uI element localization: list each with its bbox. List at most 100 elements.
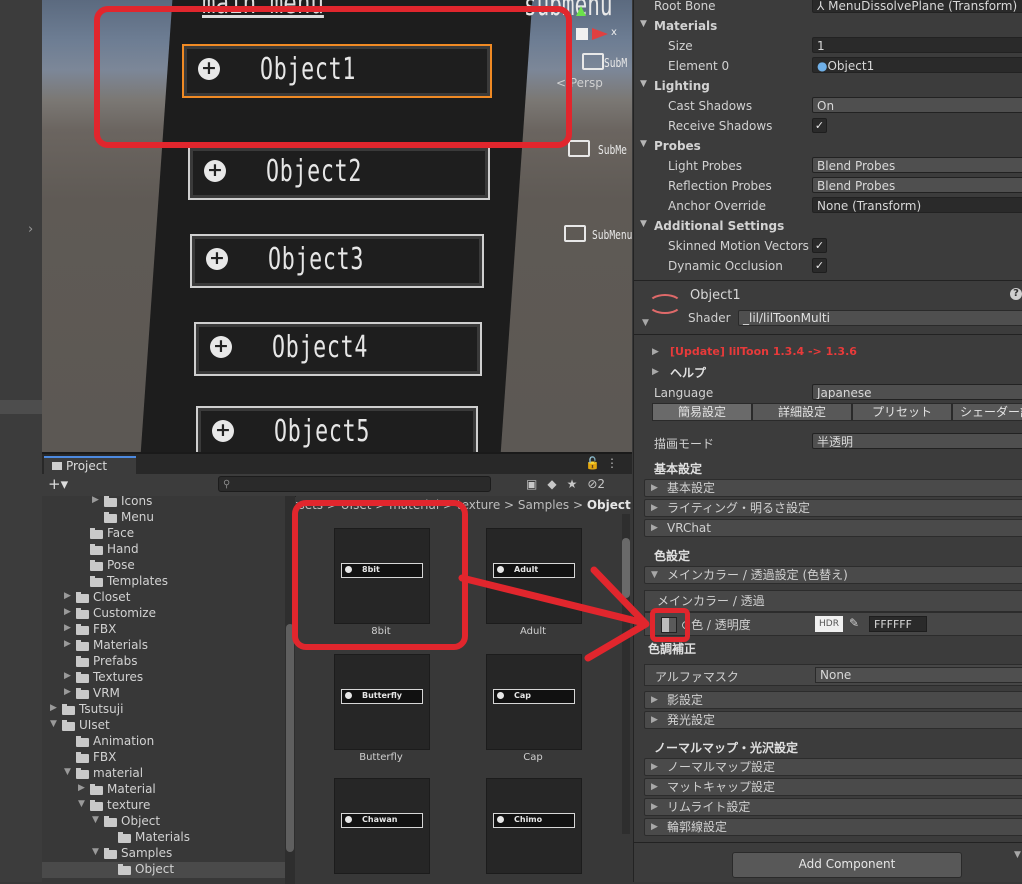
- reflection-probes-dropdown[interactable]: Blend Probes: [812, 177, 1022, 193]
- tree-item[interactable]: ▼ Samples: [42, 846, 286, 862]
- filter-type-icon[interactable]: ▣: [526, 477, 537, 491]
- root-bone-field[interactable]: ⅄ MenuDissolvePlane (Transform): [812, 0, 1022, 13]
- menu-item-object4[interactable]: + Object4: [194, 322, 482, 376]
- add-asset-button[interactable]: +▾: [48, 475, 68, 493]
- foldout-normal-map[interactable]: ▶ ノーマルマップ設定: [644, 758, 1022, 776]
- foldout-arrow-icon[interactable]: ▼: [640, 79, 647, 89]
- foldout-rim-light[interactable]: ▶ リムライト設定: [644, 798, 1022, 816]
- foldout-emission-settings[interactable]: ▶ 発光設定: [644, 711, 1022, 729]
- expand-arrow-right-icon[interactable]: ▶: [78, 783, 85, 793]
- expand-arrow-right-icon[interactable]: ▶: [64, 639, 71, 649]
- asset-thumbnail[interactable]: Adult: [486, 528, 582, 624]
- foldout-shadow-settings[interactable]: ▶ 影設定: [644, 691, 1022, 709]
- tree-item[interactable]: ▶ FBX: [42, 622, 286, 638]
- dynamic-occlusion-checkbox[interactable]: ✓: [812, 258, 827, 273]
- probes-header-row[interactable]: ▼ Probes: [634, 136, 1022, 156]
- asset-thumbnail[interactable]: Chawan: [334, 778, 430, 874]
- tree-item[interactable]: ▼ Object: [42, 814, 286, 830]
- expand-arrow-down-icon[interactable]: ▼: [50, 719, 57, 729]
- help-icon[interactable]: ?: [1010, 288, 1022, 300]
- tab-presets[interactable]: プリセット: [852, 403, 952, 421]
- tree-item[interactable]: ▶ Icons: [42, 496, 286, 510]
- gizmo-center-icon[interactable]: [576, 28, 588, 40]
- expand-arrow-down-icon[interactable]: ▼: [64, 767, 71, 777]
- expand-arrow-down-icon[interactable]: ▼: [92, 847, 99, 857]
- menu-item-object5[interactable]: + Object5: [196, 406, 478, 452]
- favorite-star-icon[interactable]: ★: [567, 477, 578, 491]
- tree-item[interactable]: FBX: [42, 750, 286, 766]
- menu-item-object3[interactable]: + Object3: [190, 234, 484, 288]
- expand-arrow-right-icon[interactable]: ▶: [64, 591, 71, 601]
- tree-item[interactable]: Menu: [42, 510, 286, 526]
- tab-detail-settings[interactable]: 詳細設定: [752, 403, 852, 421]
- tree-item[interactable]: ▼ texture: [42, 798, 286, 814]
- tree-item[interactable]: ▶ Tsutsuji: [42, 702, 286, 718]
- asset-thumbnail[interactable]: Chimo: [486, 778, 582, 874]
- foldout-arrow-icon[interactable]: ▶: [652, 347, 659, 357]
- expand-arrow-right-icon[interactable]: ▶: [50, 703, 57, 713]
- tree-item[interactable]: Templates: [42, 574, 286, 590]
- foldout-arrow-icon[interactable]: ▼: [640, 139, 647, 149]
- expand-arrow-right-icon[interactable]: ▶: [64, 607, 71, 617]
- tree-item[interactable]: Pose: [42, 558, 286, 574]
- receive-shadows-checkbox[interactable]: ✓: [812, 118, 827, 133]
- tree-item[interactable]: ▶ Closet: [42, 590, 286, 606]
- tree-item[interactable]: ▶ Customize: [42, 606, 286, 622]
- more-icon[interactable]: ⋮: [606, 456, 624, 470]
- tree-item[interactable]: ▶ Materials: [42, 638, 286, 654]
- expand-arrow-right-icon[interactable]: ▶: [64, 623, 71, 633]
- hdr-color-swatch[interactable]: HDR: [815, 616, 843, 632]
- grid-scrollbar-thumb[interactable]: [622, 538, 630, 598]
- chevron-right-icon[interactable]: ›: [28, 222, 33, 237]
- menu-item-object2[interactable]: + Object2: [188, 146, 490, 200]
- foldout-matcap[interactable]: ▶ マットキャップ設定: [644, 778, 1022, 796]
- tree-scrollbar-thumb[interactable]: [286, 624, 294, 852]
- update-notice[interactable]: [Update] lilToon 1.3.4 -> 1.3.6: [670, 345, 857, 358]
- tree-item[interactable]: ▶ Textures: [42, 670, 286, 686]
- foldout-main-color[interactable]: ▼ メインカラー / 透過設定 (色替え): [644, 566, 1022, 584]
- element0-field[interactable]: ●Object1: [812, 57, 1022, 73]
- foldout-basic-settings[interactable]: ▶ 基本設定: [644, 479, 1022, 497]
- expand-arrow-right-icon[interactable]: ▶: [64, 671, 71, 681]
- scroll-down-icon[interactable]: ▼: [1014, 850, 1021, 860]
- tree-item[interactable]: Object: [42, 862, 286, 878]
- lock-icon[interactable]: 🔓: [585, 456, 606, 470]
- breadcrumb-item[interactable]: Samples: [518, 498, 569, 512]
- alpha-mask-dropdown[interactable]: None: [815, 667, 1022, 683]
- hex-color-field[interactable]: FFFFFF: [869, 616, 927, 632]
- foldout-arrow-icon[interactable]: ▼: [640, 219, 647, 229]
- project-search-input[interactable]: ⚲: [218, 476, 491, 492]
- foldout-vrchat[interactable]: ▶ VRChat: [644, 519, 1022, 537]
- eyedropper-icon[interactable]: ✎: [849, 616, 859, 630]
- tree-item[interactable]: Animation: [42, 734, 286, 750]
- additional-settings-header-row[interactable]: ▼ Additional Settings: [634, 216, 1022, 236]
- hidden-packages-icon[interactable]: ⊘: [587, 477, 597, 491]
- foldout-arrow-icon[interactable]: ▼: [640, 19, 647, 29]
- foldout-outline[interactable]: ▶ 輪郭線設定: [644, 818, 1022, 836]
- tree-item[interactable]: ▼ UIset: [42, 718, 286, 734]
- expand-arrow-right-icon[interactable]: ▶: [64, 687, 71, 697]
- foldout-lighting-brightness[interactable]: ▶ ライティング・明るさ設定: [644, 499, 1022, 517]
- tab-project[interactable]: Project: [44, 456, 136, 474]
- skinned-motion-checkbox[interactable]: ✓: [812, 238, 827, 253]
- tree-item[interactable]: Face: [42, 526, 286, 542]
- asset-thumbnail[interactable]: Butterfly: [334, 654, 430, 750]
- help-foldout[interactable]: ヘルプ: [670, 364, 706, 381]
- tone-correction-toggle[interactable]: 色調補正: [648, 640, 696, 657]
- shader-dropdown[interactable]: _lil/lilToonMulti: [738, 310, 1022, 326]
- expand-arrow-right-icon[interactable]: ▶: [92, 496, 99, 505]
- scene-view[interactable]: main menu + Object1 + Object2 + Object3 …: [42, 0, 632, 452]
- gizmo-x-axis-icon[interactable]: [592, 28, 608, 40]
- anchor-override-field[interactable]: None (Transform): [812, 197, 1022, 213]
- tree-item[interactable]: Hand: [42, 542, 286, 558]
- tab-simple-settings[interactable]: 簡易設定: [652, 403, 752, 421]
- cast-shadows-dropdown[interactable]: On: [812, 97, 1022, 113]
- lighting-header-row[interactable]: ▼ Lighting: [634, 76, 1022, 96]
- tree-item[interactable]: Materials: [42, 830, 286, 846]
- language-dropdown[interactable]: Japanese: [812, 384, 1022, 400]
- tree-item[interactable]: ▶ VRM: [42, 686, 286, 702]
- tree-item[interactable]: Prefabs: [42, 654, 286, 670]
- tree-item[interactable]: ▼ material: [42, 766, 286, 782]
- foldout-arrow-icon[interactable]: ▶: [652, 367, 659, 377]
- expand-arrow-down-icon[interactable]: ▼: [78, 799, 85, 809]
